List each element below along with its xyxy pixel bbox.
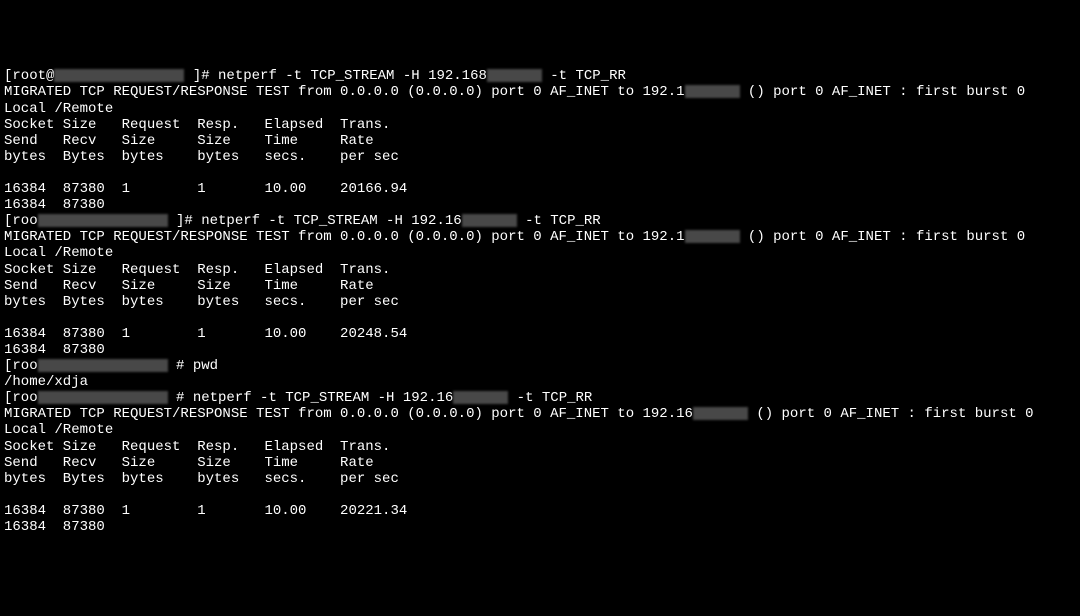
redacted-ip [685, 230, 740, 243]
redacted-ip [693, 407, 748, 420]
prompt-line-4: [roo # netperf -t TCP_STREAM -H 192.16 -… [4, 390, 1076, 406]
result-row-2a: 16384 87380 1 1 10.00 20248.54 [4, 326, 1076, 342]
redacted-ip [453, 391, 508, 404]
prompt-text: [roo [4, 213, 38, 229]
migrated-post: () port 0 AF_INET : first burst 0 [748, 406, 1034, 422]
result-row-1a: 16384 87380 1 1 10.00 20166.94 [4, 181, 1076, 197]
migrated-post: () port 0 AF_INET : first burst 0 [740, 229, 1026, 245]
result-row-3b: 16384 87380 [4, 519, 1076, 535]
command-text: netperf -t TCP_STREAM -H 192.16 [201, 213, 461, 229]
header-row-3c: bytes Bytes bytes bytes secs. per sec [4, 471, 1076, 487]
command-tail: -t TCP_RR [542, 68, 626, 84]
header-row-1b: Send Recv Size Size Time Rate [4, 133, 1076, 149]
prompt-end: # [168, 390, 193, 406]
command-tail: -t TCP_RR [517, 213, 601, 229]
local-remote-1: Local /Remote [4, 101, 1076, 117]
redacted-host [54, 69, 184, 82]
blank-line [4, 310, 1076, 326]
blank-line [4, 487, 1076, 503]
redacted-host [38, 391, 168, 404]
result-row-2b: 16384 87380 [4, 342, 1076, 358]
migrated-line-3: MIGRATED TCP REQUEST/RESPONSE TEST from … [4, 406, 1076, 422]
command-tail: -t TCP_RR [508, 390, 592, 406]
redacted-ip [487, 69, 542, 82]
header-row-1c: bytes Bytes bytes bytes secs. per sec [4, 149, 1076, 165]
terminal-output[interactable]: [root@ ]# netperf -t TCP_STREAM -H 192.1… [4, 68, 1076, 535]
pwd-output: /home/xdja [4, 374, 1076, 390]
command-text: netperf -t TCP_STREAM -H 192.168 [218, 68, 487, 84]
migrated-pre: MIGRATED TCP REQUEST/RESPONSE TEST from … [4, 229, 685, 245]
header-row-3a: Socket Size Request Resp. Elapsed Trans. [4, 439, 1076, 455]
header-row-2b: Send Recv Size Size Time Rate [4, 278, 1076, 294]
header-row-2a: Socket Size Request Resp. Elapsed Trans. [4, 262, 1076, 278]
prompt-end: # [168, 358, 193, 374]
header-row-3b: Send Recv Size Size Time Rate [4, 455, 1076, 471]
result-row-3a: 16384 87380 1 1 10.00 20221.34 [4, 503, 1076, 519]
migrated-post: () port 0 AF_INET : first burst 0 [740, 84, 1026, 100]
prompt-line-1: [root@ ]# netperf -t TCP_STREAM -H 192.1… [4, 68, 1076, 84]
header-row-2c: bytes Bytes bytes bytes secs. per sec [4, 294, 1076, 310]
prompt-end: ]# [184, 68, 218, 84]
migrated-pre: MIGRATED TCP REQUEST/RESPONSE TEST from … [4, 84, 685, 100]
blank-line [4, 165, 1076, 181]
redacted-ip [462, 214, 517, 227]
redacted-host [38, 359, 168, 372]
prompt-text: [roo [4, 390, 38, 406]
local-remote-3: Local /Remote [4, 422, 1076, 438]
redacted-ip [685, 85, 740, 98]
prompt-end: ]# [168, 213, 202, 229]
prompt-text: [roo [4, 358, 38, 374]
command-text: pwd [193, 358, 218, 374]
migrated-pre: MIGRATED TCP REQUEST/RESPONSE TEST from … [4, 406, 693, 422]
result-row-1b: 16384 87380 [4, 197, 1076, 213]
command-text: netperf -t TCP_STREAM -H 192.16 [193, 390, 453, 406]
prompt-line-3: [roo # pwd [4, 358, 1076, 374]
prompt-line-2: [roo ]# netperf -t TCP_STREAM -H 192.16 … [4, 213, 1076, 229]
header-row-1a: Socket Size Request Resp. Elapsed Trans. [4, 117, 1076, 133]
prompt-text: [root@ [4, 68, 54, 84]
local-remote-2: Local /Remote [4, 245, 1076, 261]
migrated-line-1: MIGRATED TCP REQUEST/RESPONSE TEST from … [4, 84, 1076, 100]
migrated-line-2: MIGRATED TCP REQUEST/RESPONSE TEST from … [4, 229, 1076, 245]
redacted-host [38, 214, 168, 227]
